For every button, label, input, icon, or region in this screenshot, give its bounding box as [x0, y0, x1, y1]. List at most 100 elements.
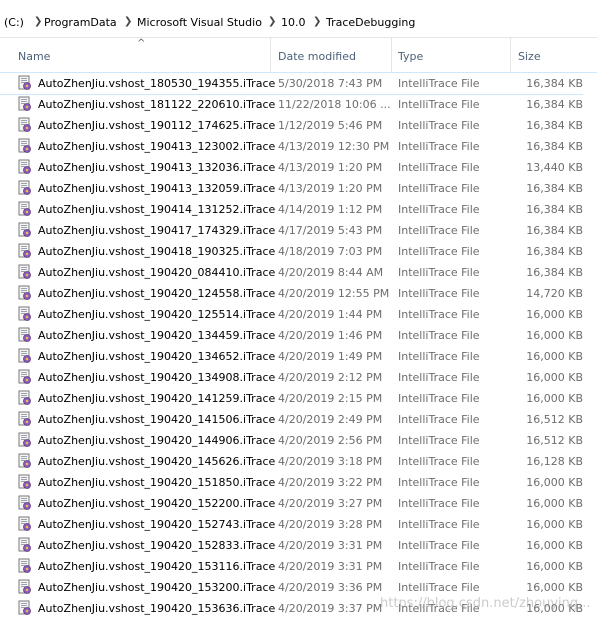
- file-size: 16,512 KB: [526, 434, 583, 447]
- file-type: IntelliTrace File: [398, 119, 480, 132]
- column-header-type[interactable]: Type: [392, 38, 511, 72]
- breadcrumb-item-visual-studio[interactable]: Microsoft Visual Studio: [137, 16, 262, 29]
- intellitrace-file-icon: [17, 180, 33, 196]
- file-name: AutoZhenJiu.vshost_180530_194355.iTrace: [38, 77, 276, 90]
- file-row[interactable]: AutoZhenJiu.vshost_181122_220610.iTrace 1…: [0, 94, 597, 115]
- file-date-modified: 4/13/2019 12:30 PM: [278, 140, 390, 153]
- watermark-text: https://blog.csdn.net/zhouying...: [380, 596, 591, 611]
- file-type: IntelliTrace File: [398, 224, 480, 237]
- file-size: 16,384 KB: [526, 140, 583, 153]
- file-date-modified: 4/20/2019 2:49 PM: [278, 413, 383, 426]
- breadcrumb-item-tracedebugging[interactable]: TraceDebugging: [326, 16, 415, 29]
- file-size: 16,128 KB: [526, 455, 583, 468]
- file-type: IntelliTrace File: [398, 140, 480, 153]
- column-header-date[interactable]: Date modified: [271, 38, 392, 72]
- file-type: IntelliTrace File: [398, 476, 480, 489]
- file-row[interactable]: AutoZhenJiu.vshost_190420_134459.iTrace 4…: [0, 325, 597, 346]
- file-size: 16,000 KB: [526, 476, 583, 489]
- intellitrace-file-icon: [17, 600, 33, 616]
- file-row[interactable]: AutoZhenJiu.vshost_190414_131252.iTrace 4…: [0, 199, 597, 220]
- breadcrumb-item-programdata[interactable]: ProgramData: [44, 16, 117, 29]
- file-date-modified: 4/20/2019 3:18 PM: [278, 455, 383, 468]
- vertical-scrollbar[interactable]: [583, 73, 597, 620]
- intellitrace-file-icon: [17, 75, 33, 91]
- file-row[interactable]: AutoZhenJiu.vshost_190413_132036.iTrace 4…: [0, 157, 597, 178]
- file-row[interactable]: AutoZhenJiu.vshost_190413_123002.iTrace 4…: [0, 136, 597, 157]
- file-row[interactable]: AutoZhenJiu.vshost_190420_152743.iTrace 4…: [0, 514, 597, 535]
- file-type: IntelliTrace File: [398, 539, 480, 552]
- intellitrace-file-icon: [17, 285, 33, 301]
- file-name: AutoZhenJiu.vshost_190420_152743.iTrace: [38, 518, 276, 531]
- file-row[interactable]: AutoZhenJiu.vshost_190420_134908.iTrace 4…: [0, 367, 597, 388]
- file-name: AutoZhenJiu.vshost_190420_084410.iTrace: [38, 266, 276, 279]
- file-row[interactable]: AutoZhenJiu.vshost_190420_141259.iTrace 4…: [0, 388, 597, 409]
- file-row[interactable]: AutoZhenJiu.vshost_190417_174329.iTrace 4…: [0, 220, 597, 241]
- column-header-size[interactable]: Size: [511, 38, 597, 72]
- file-row[interactable]: AutoZhenJiu.vshost_190420_145626.iTrace 4…: [0, 451, 597, 472]
- file-name: AutoZhenJiu.vshost_190414_131252.iTrace: [38, 203, 276, 216]
- file-name: AutoZhenJiu.vshost_190420_152833.iTrace: [38, 539, 276, 552]
- file-row[interactable]: AutoZhenJiu.vshost_180530_194355.iTrace 5…: [0, 72, 597, 95]
- file-type: IntelliTrace File: [398, 392, 480, 405]
- file-size: 16,384 KB: [526, 203, 583, 216]
- intellitrace-file-icon: [17, 516, 33, 532]
- file-size: 14,720 KB: [526, 287, 583, 300]
- file-type: IntelliTrace File: [398, 161, 480, 174]
- file-row[interactable]: AutoZhenJiu.vshost_190420_153116.iTrace 4…: [0, 556, 597, 577]
- file-date-modified: 4/20/2019 3:22 PM: [278, 476, 383, 489]
- chevron-right-icon[interactable]: ❯: [268, 16, 276, 27]
- intellitrace-file-icon: [17, 96, 33, 112]
- file-size: 16,384 KB: [526, 182, 583, 195]
- file-row[interactable]: AutoZhenJiu.vshost_190420_144906.iTrace 4…: [0, 430, 597, 451]
- file-type: IntelliTrace File: [398, 413, 480, 426]
- file-type: IntelliTrace File: [398, 434, 480, 447]
- file-size: 16,000 KB: [526, 308, 583, 321]
- intellitrace-file-icon: [17, 264, 33, 280]
- file-date-modified: 1/12/2019 5:46 PM: [278, 119, 383, 132]
- file-name: AutoZhenJiu.vshost_190417_174329.iTrace: [38, 224, 276, 237]
- chevron-right-icon[interactable]: ❯: [313, 16, 321, 27]
- chevron-right-icon[interactable]: ❯: [34, 16, 42, 27]
- file-list: AutoZhenJiu.vshost_180530_194355.iTrace 5…: [0, 72, 597, 619]
- file-type: IntelliTrace File: [398, 581, 480, 594]
- file-date-modified: 4/13/2019 1:20 PM: [278, 182, 383, 195]
- file-row[interactable]: AutoZhenJiu.vshost_190420_084410.iTrace 4…: [0, 262, 597, 283]
- file-date-modified: 4/20/2019 3:37 PM: [278, 602, 383, 615]
- breadcrumb-item-version[interactable]: 10.0: [281, 16, 306, 29]
- breadcrumb-item-drive[interactable]: (C:): [4, 16, 24, 29]
- file-type: IntelliTrace File: [398, 182, 480, 195]
- file-row[interactable]: AutoZhenJiu.vshost_190112_174625.iTrace 1…: [0, 115, 597, 136]
- file-name: AutoZhenJiu.vshost_190112_174625.iTrace: [38, 119, 276, 132]
- file-row[interactable]: AutoZhenJiu.vshost_190420_152200.iTrace 4…: [0, 493, 597, 514]
- file-name: AutoZhenJiu.vshost_190420_141259.iTrace: [38, 392, 276, 405]
- file-row[interactable]: AutoZhenJiu.vshost_190420_124558.iTrace 4…: [0, 283, 597, 304]
- file-size: 16,000 KB: [526, 497, 583, 510]
- file-row[interactable]: AutoZhenJiu.vshost_190420_151850.iTrace 4…: [0, 472, 597, 493]
- file-row[interactable]: AutoZhenJiu.vshost_190420_152833.iTrace 4…: [0, 535, 597, 556]
- file-row[interactable]: AutoZhenJiu.vshost_190418_190325.iTrace 4…: [0, 241, 597, 262]
- file-name: AutoZhenJiu.vshost_190420_144906.iTrace: [38, 434, 276, 447]
- file-name: AutoZhenJiu.vshost_190413_132036.iTrace: [38, 161, 276, 174]
- file-name: AutoZhenJiu.vshost_190420_141506.iTrace: [38, 413, 276, 426]
- intellitrace-file-icon: [17, 495, 33, 511]
- file-size: 16,512 KB: [526, 413, 583, 426]
- intellitrace-file-icon: [17, 327, 33, 343]
- file-date-modified: 4/20/2019 8:44 AM: [278, 266, 384, 279]
- file-type: IntelliTrace File: [398, 98, 480, 111]
- file-date-modified: 4/18/2019 7:03 PM: [278, 245, 383, 258]
- file-row[interactable]: AutoZhenJiu.vshost_190420_134652.iTrace 4…: [0, 346, 597, 367]
- file-date-modified: 4/20/2019 2:56 PM: [278, 434, 383, 447]
- column-header-name[interactable]: Name: [0, 38, 271, 72]
- file-size: 16,000 KB: [526, 581, 583, 594]
- file-type: IntelliTrace File: [398, 266, 480, 279]
- chevron-right-icon[interactable]: ❯: [124, 16, 132, 27]
- file-row[interactable]: AutoZhenJiu.vshost_190420_153200.iTrace 4…: [0, 577, 597, 598]
- file-row[interactable]: AutoZhenJiu.vshost_190420_141506.iTrace 4…: [0, 409, 597, 430]
- file-date-modified: 4/20/2019 12:55 PM: [278, 287, 390, 300]
- intellitrace-file-icon: [17, 558, 33, 574]
- file-date-modified: 4/20/2019 1:46 PM: [278, 329, 383, 342]
- file-row[interactable]: AutoZhenJiu.vshost_190413_132059.iTrace 4…: [0, 178, 597, 199]
- file-type: IntelliTrace File: [398, 371, 480, 384]
- file-date-modified: 4/13/2019 1:20 PM: [278, 161, 383, 174]
- file-row[interactable]: AutoZhenJiu.vshost_190420_125514.iTrace 4…: [0, 304, 597, 325]
